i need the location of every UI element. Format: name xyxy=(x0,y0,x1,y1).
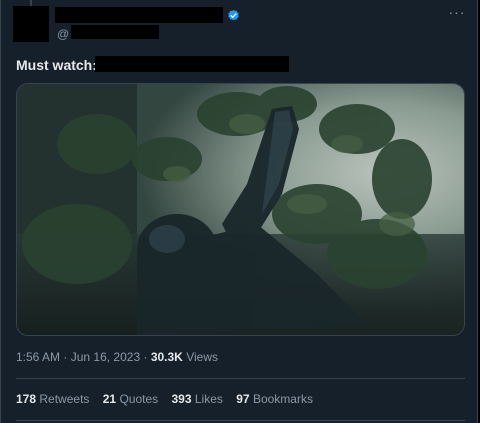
tweet-date[interactable]: Jun 16, 2023 xyxy=(71,350,140,364)
views-count: 30.3K xyxy=(150,350,183,364)
divider xyxy=(16,378,465,379)
retweets-label: Retweets xyxy=(39,392,90,406)
quotes-stat[interactable]: 21 Quotes xyxy=(103,392,158,406)
tweet-time[interactable]: 1:56 AM xyxy=(16,350,60,364)
retweets-count: 178 xyxy=(16,392,37,406)
display-name-redacted[interactable] xyxy=(55,7,223,23)
likes-stat[interactable]: 393 Likes xyxy=(172,392,223,406)
more-options-icon[interactable]: ··· xyxy=(447,5,467,22)
meta-separator: · xyxy=(63,350,68,364)
meta-separator: · xyxy=(143,350,148,364)
bookmarks-label: Bookmarks xyxy=(252,392,313,406)
likes-count: 393 xyxy=(171,392,192,406)
views-label: Views xyxy=(186,350,218,364)
tweet-meta: 1:56 AM · Jun 16, 2023 · 30.3K Views xyxy=(16,350,218,364)
tweet-text-redacted xyxy=(95,56,289,72)
likes-label: Likes xyxy=(194,392,223,406)
bookmarks-stat[interactable]: 97 Bookmarks xyxy=(236,392,313,406)
quotes-count: 21 xyxy=(102,392,117,406)
engagement-stats: 178 Retweets 21 Quotes 393 Likes 97 Book… xyxy=(16,392,323,406)
quotes-label: Quotes xyxy=(119,392,159,406)
tweet-text: Must watch: xyxy=(16,57,97,73)
divider xyxy=(16,420,465,421)
video-thumbnail[interactable] xyxy=(16,83,465,336)
handle-redacted[interactable] xyxy=(71,25,159,39)
verified-badge-icon xyxy=(228,9,239,21)
handle-at-sign: @ xyxy=(57,27,70,41)
retweets-stat[interactable]: 178 Retweets xyxy=(16,392,89,406)
avatar[interactable] xyxy=(13,6,49,42)
tweet-card: @ ··· Must watch: 1:56 AM · Jun 16, 2023… xyxy=(0,0,478,423)
bookmarks-count: 97 xyxy=(236,392,250,406)
video-frame-image xyxy=(17,84,464,335)
